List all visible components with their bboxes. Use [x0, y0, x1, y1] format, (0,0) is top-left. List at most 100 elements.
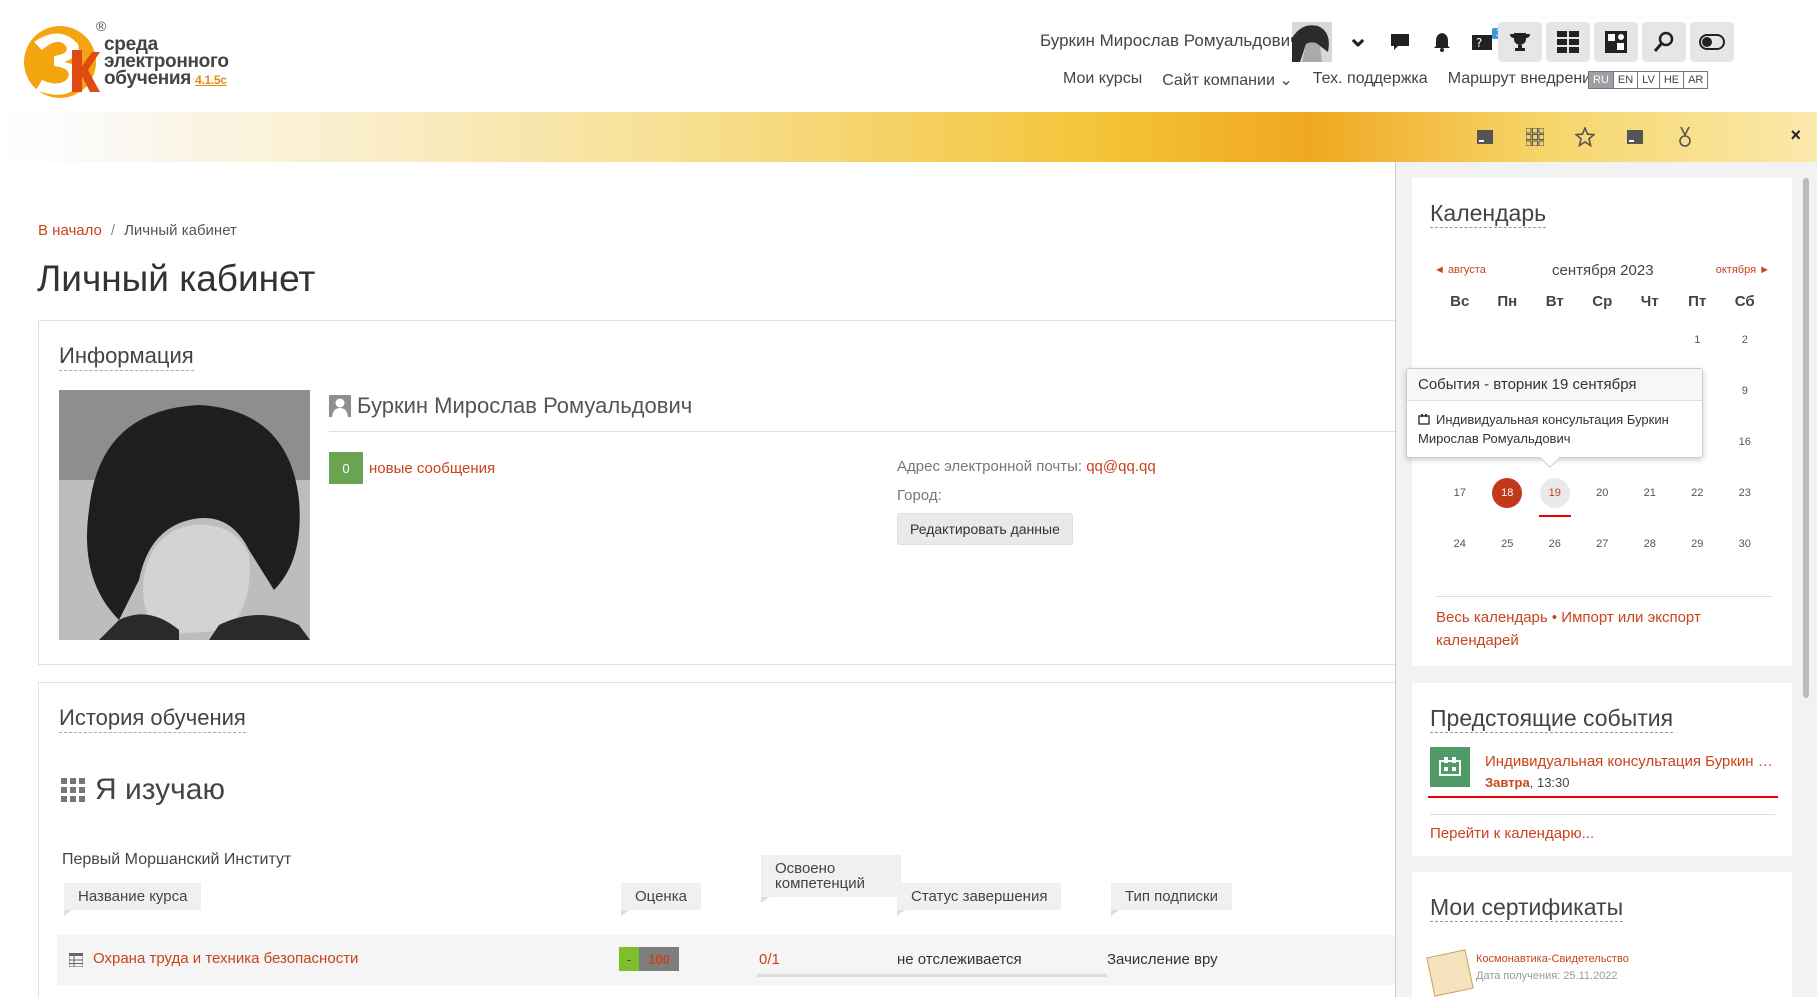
sidebar-scrollbar[interactable] — [1803, 178, 1809, 698]
calendar-day-today[interactable]: 18 — [1484, 477, 1532, 508]
nav-my-courses[interactable]: Мои курсы — [1063, 70, 1142, 90]
medal-icon[interactable] — [1672, 124, 1698, 150]
module-icon[interactable] — [1594, 22, 1638, 62]
star-icon[interactable] — [1572, 124, 1598, 150]
breadcrumb-home[interactable]: В начало — [38, 222, 102, 239]
calendar-week: 1 2 — [1436, 314, 1769, 365]
diploma-icon[interactable] — [1622, 124, 1648, 150]
calendar-day[interactable]: 25 — [1484, 538, 1532, 550]
main-content: В начало / Личный кабинет Личный кабинет И… — [0, 162, 1395, 997]
calendar-week: 17 18 19 20 21 22 23 — [1436, 467, 1769, 518]
col-completion-status[interactable]: Статус завершения — [897, 883, 1062, 916]
competencies-bar — [757, 974, 897, 977]
grid-icon[interactable] — [1546, 22, 1590, 62]
chevron-down-icon[interactable]: ⌄ — [1336, 22, 1380, 62]
popover-event-link[interactable]: Индивидуальная консультация Буркин Мирос… — [1418, 412, 1669, 446]
calendar-day[interactable]: 2 — [1721, 334, 1769, 346]
upcoming-events-title[interactable]: Предстоящие события — [1430, 705, 1674, 733]
edit-profile-button[interactable]: Редактировать данные — [897, 513, 1073, 545]
trophy-icon[interactable] — [1498, 22, 1542, 62]
course-name-link[interactable]: Охрана труда и техника безопасности — [93, 950, 358, 967]
calendar-links: Весь календарь • Импорт или экспорт кале… — [1436, 606, 1736, 652]
calendar-day[interactable]: 27 — [1579, 538, 1627, 550]
goto-calendar-link[interactable]: Перейти к календарю... — [1430, 825, 1594, 842]
grade-badge: - 100 — [619, 947, 679, 971]
grid-glyph — [1557, 31, 1579, 53]
calendar-day[interactable]: 9 — [1721, 385, 1769, 397]
top-navigation: Мои курсы Сайт компании ⌄ Тех. поддержка… — [1063, 70, 1600, 90]
calendar-day[interactable]: 17 — [1436, 487, 1484, 499]
bell-icon[interactable] — [1420, 22, 1464, 62]
calendar-day[interactable]: 21 — [1626, 487, 1674, 499]
logo[interactable]: ® среда электронного обучения 4.1.5c — [20, 18, 250, 102]
calendar-day[interactable]: 23 — [1721, 487, 1769, 499]
profile-photo-image — [59, 390, 310, 640]
weekday: Пт — [1688, 292, 1707, 310]
calendar-day[interactable]: 29 — [1674, 538, 1722, 550]
calendar-day[interactable]: 16 — [1721, 436, 1769, 448]
banner-shade — [0, 112, 200, 162]
grid-icon — [61, 778, 85, 802]
calendar-day-event[interactable]: 19 — [1531, 477, 1579, 517]
nav-support[interactable]: Тех. поддержка — [1313, 70, 1428, 90]
calendar-day[interactable]: 24 — [1436, 538, 1484, 550]
institute-name: Первый Моршанский Институт — [62, 851, 292, 868]
col-competencies[interactable]: Освоено компетенций — [761, 855, 901, 903]
nav-company-site[interactable]: Сайт компании ⌄ — [1162, 70, 1293, 90]
event-day[interactable]: Завтра — [1485, 775, 1530, 790]
logo-version[interactable]: 4.1.5c — [195, 73, 227, 87]
calendar-day[interactable]: 20 — [1579, 487, 1627, 499]
lang-lv[interactable]: LV — [1638, 72, 1660, 88]
calendar-day[interactable]: 22 — [1674, 487, 1722, 499]
history-title[interactable]: История обучения — [59, 705, 246, 733]
col-subscription-type[interactable]: Тип подписки — [1111, 883, 1233, 916]
competencies-value[interactable]: 0/1 — [759, 951, 780, 968]
certificate-link[interactable]: Космонавтика-Свидетельство — [1476, 953, 1629, 965]
event-popover: События - вторник 19 сентября Индивидуал… — [1406, 368, 1703, 468]
lang-en[interactable]: EN — [1614, 72, 1639, 88]
close-icon[interactable]: × — [1790, 125, 1801, 146]
upcoming-event-link[interactable]: Индивидуальная консультация Буркин Мирос… — [1485, 753, 1775, 770]
calendar-next-month[interactable]: октября ► — [1716, 264, 1770, 276]
user-name[interactable]: Буркин Мирослав Ромуальдович — [1040, 31, 1299, 51]
toggle-icon[interactable] — [1690, 22, 1734, 62]
profile-name-text: Буркин Мирослав Ромуальдович — [357, 393, 693, 418]
search-icon[interactable] — [1642, 22, 1686, 62]
certificate-icon[interactable] — [1472, 124, 1498, 150]
lang-he[interactable]: HE — [1660, 72, 1685, 88]
event-icon — [1430, 747, 1470, 787]
certificates-title[interactable]: Мои сертификаты — [1430, 894, 1624, 922]
user-avatar-image — [1292, 22, 1332, 62]
messages-icon[interactable] — [1378, 22, 1422, 62]
grade-value: 100 — [639, 947, 679, 971]
weekday: Сб — [1734, 292, 1755, 310]
certificate-thumbnail[interactable] — [1426, 949, 1474, 997]
grade-prefix: - — [619, 947, 639, 971]
page-title: Личный кабинет — [37, 258, 316, 299]
new-messages-link[interactable]: новые сообщения — [369, 460, 495, 477]
trophy-glyph — [1510, 33, 1530, 51]
message-count-badge[interactable]: 0 — [329, 452, 363, 484]
calendar-title[interactable]: Календарь — [1430, 200, 1547, 228]
calendar-day[interactable]: 30 — [1721, 538, 1769, 550]
calendar-day[interactable]: 26 — [1531, 538, 1579, 550]
certificates-block: Мои сертификаты Космонавтика-Свидетельст… — [1412, 872, 1792, 997]
email-label: Адрес электронной почты: — [897, 458, 1087, 475]
col-grade[interactable]: Оценка — [621, 883, 701, 916]
col-course-name[interactable]: Название курса — [64, 883, 202, 916]
calendar-prev-month[interactable]: ◄ августа — [1434, 264, 1486, 276]
link-separator: • — [1547, 609, 1562, 626]
email-link[interactable]: qq@qq.qq — [1086, 458, 1155, 475]
grid-menu-icon[interactable] — [1522, 124, 1548, 150]
lang-ru[interactable]: RU — [1589, 72, 1614, 88]
lang-ar[interactable]: AR — [1684, 72, 1707, 88]
full-calendar-link[interactable]: Весь календарь — [1436, 609, 1548, 626]
nav-implementation-route[interactable]: Маршрут внедрения — [1448, 70, 1600, 90]
info-title[interactable]: Информация — [59, 343, 194, 371]
certificate-date: Дата получения: 25.11.2022 — [1476, 970, 1618, 982]
user-avatar[interactable] — [1292, 22, 1332, 62]
logo-line-3: обучения — [104, 68, 192, 89]
calendar-day[interactable]: 28 — [1626, 538, 1674, 550]
calendar-day[interactable]: 1 — [1674, 334, 1722, 346]
completion-bar — [897, 974, 1107, 977]
